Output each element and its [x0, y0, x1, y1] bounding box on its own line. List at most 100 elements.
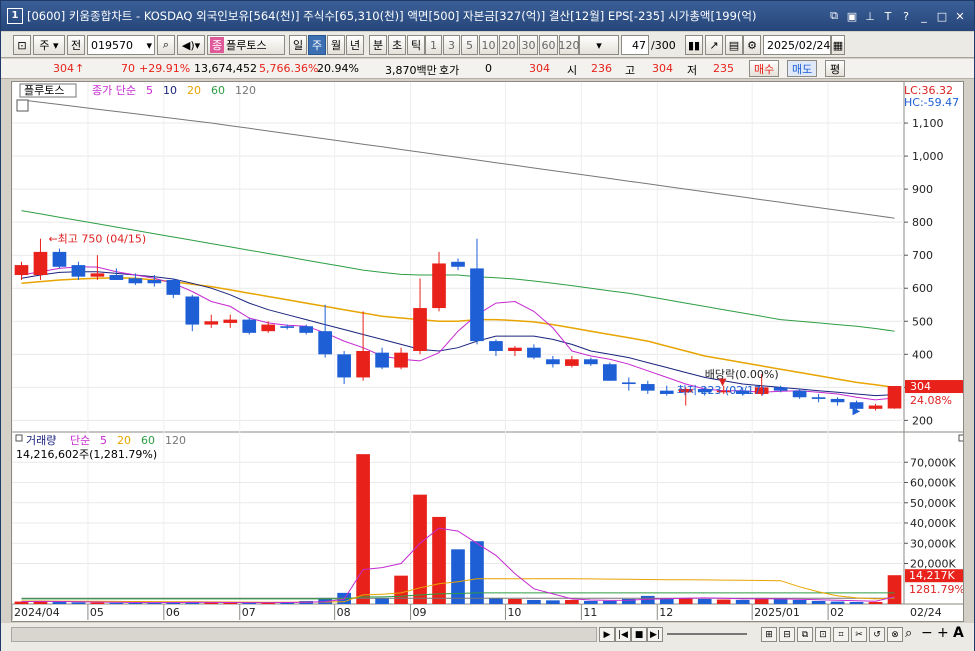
interval-30[interactable]: 30 [519, 35, 538, 55]
volume-bar [432, 516, 446, 604]
quote-change: 70 [121, 62, 135, 75]
chevron-down-icon[interactable]: ▾ [146, 39, 152, 52]
pin-icon[interactable]: ⊥ [862, 8, 878, 24]
interval-5[interactable]: 5 [461, 35, 478, 55]
prev-button[interactable]: 전 [67, 35, 85, 55]
zoom-plus-button[interactable]: + [937, 625, 949, 641]
type-select-label: 주 [39, 39, 50, 52]
candle-body [602, 364, 617, 381]
period-1[interactable]: 주 [308, 35, 326, 55]
date-label: 12 [659, 606, 673, 619]
minimize-icon[interactable]: _ [916, 8, 932, 24]
stop-icon[interactable]: ■ [631, 627, 647, 642]
interval-1[interactable]: 1 [425, 35, 442, 55]
scroll-right-icon[interactable]: ▶ [599, 627, 615, 642]
layout-icon[interactable]: ⊡ [13, 35, 31, 55]
zoom-minus-button[interactable]: − [921, 625, 933, 641]
code-value: 019570 [91, 38, 133, 52]
interval-60[interactable]: 60 [539, 35, 558, 55]
title-bar[interactable]: 1 [0600] 키움종합차트 - KOSDAQ 외국인보유[564(천)] 주… [1, 1, 974, 31]
scroll-first-icon[interactable]: |◀ [615, 627, 631, 642]
date-label: 2024/04 [14, 606, 60, 619]
volume-toggle-icon [15, 434, 23, 442]
close-icon[interactable]: ✕ [952, 8, 968, 24]
count-input[interactable]: 47 [621, 35, 649, 55]
tool-icon-4[interactable]: ⊡ [815, 627, 831, 642]
stock-name-field[interactable]: 종 플루토스 [207, 35, 285, 55]
period-4[interactable]: 분 [369, 35, 387, 55]
interval-select[interactable]: ▾ [579, 35, 619, 55]
period-6[interactable]: 틱 [407, 35, 425, 55]
gear-icon[interactable]: ⚙ [743, 35, 761, 55]
tool-icon-1[interactable]: ⊞ [761, 627, 777, 642]
volume-ma-period: 20 [117, 434, 131, 447]
price-tick-label: 800 [912, 216, 933, 229]
volume-bar [451, 549, 465, 604]
chart-window: 1 [0600] 키움종합차트 - KOSDAQ 외국인보유[564(천)] 주… [0, 0, 975, 651]
candle-body [356, 351, 370, 378]
interval-3[interactable]: 3 [443, 35, 460, 55]
avg-button[interactable]: 평 [825, 60, 846, 77]
period-2[interactable]: 월 [327, 35, 345, 55]
tool-icon-5[interactable]: ⌗ [833, 627, 849, 642]
buy-button[interactable]: 매수 [749, 60, 780, 77]
price-tick-label: 900 [912, 183, 933, 196]
ma120-line [21, 99, 895, 219]
code-input[interactable]: 019570 ▾ [87, 35, 155, 55]
candle-body [280, 326, 295, 328]
candle-body [546, 359, 560, 365]
chart-svg[interactable]: 2003004005006007008009001,0001,10020,000… [11, 82, 966, 621]
window-copy-icon[interactable]: ▣ [844, 8, 860, 24]
interval-120[interactable]: 120 [559, 35, 580, 55]
zoom-slider[interactable] [667, 633, 747, 635]
count-max: /300 [651, 39, 676, 52]
search-icon[interactable]: ⌕ [157, 35, 175, 55]
period-0[interactable]: 일 [289, 35, 307, 55]
volume-bar [792, 599, 807, 604]
tool-icon-2[interactable]: ⊟ [779, 627, 795, 642]
date-end-label: 02/24 [910, 606, 942, 619]
candle-body [432, 263, 446, 309]
period-3[interactable]: 년 [346, 35, 364, 55]
low-arrow-icon: ▶ [853, 406, 861, 417]
volume-bar [811, 600, 826, 604]
calendar-icon[interactable]: ▦ [831, 35, 845, 55]
candle-body [185, 296, 200, 325]
horizontal-scrollbar[interactable] [11, 627, 597, 642]
scroll-last-icon[interactable]: ▶| [647, 627, 663, 642]
trend-icon[interactable]: ↗ [705, 35, 723, 55]
text-icon[interactable]: T [880, 8, 896, 24]
ma-period: 5 [146, 84, 153, 97]
type-select[interactable]: 주 ▾ [33, 35, 65, 55]
hoga-price: 304 [529, 62, 550, 75]
candle-body [14, 265, 29, 276]
tool-icon-7[interactable]: ↺ [869, 627, 885, 642]
help-icon[interactable]: ? [898, 8, 914, 24]
tool-icon-8[interactable]: ⊗ [887, 627, 903, 642]
save-icon[interactable]: ▤ [725, 35, 743, 55]
window-link-icon[interactable]: ⧉ [826, 8, 842, 24]
candle-body [337, 354, 351, 378]
font-size-button[interactable]: A [953, 625, 964, 641]
volume-ma-label: 단순 [70, 434, 90, 447]
volume-bar [716, 599, 731, 604]
candle-type-icon[interactable]: ▮▮ [685, 35, 703, 55]
date-input[interactable]: 2025/02/24 [763, 35, 831, 55]
tool-icon-3[interactable]: ⧉ [797, 627, 813, 642]
interval-20[interactable]: 20 [499, 35, 518, 55]
sell-button[interactable]: 매도 [787, 60, 818, 77]
candle-body [470, 268, 484, 342]
interval-10[interactable]: 10 [479, 35, 498, 55]
candle-body [147, 279, 162, 284]
chart-area[interactable]: 2003004005006007008009001,0001,10020,000… [11, 81, 966, 622]
candle-body [109, 275, 124, 280]
candle-body [621, 382, 636, 385]
maximize-icon[interactable]: □ [934, 8, 950, 24]
window-title: [0600] 키움종합차트 - KOSDAQ 외국인보유[564(천)] 주식수… [27, 9, 757, 23]
period-5[interactable]: 초 [388, 35, 406, 55]
toolbar: ⊡ 주 ▾ 전 019570 ▾ ⌕ ◀)▾ 종 플루토스 ▾ 47 /300 ▮… [1, 32, 974, 58]
tool-icon-6[interactable]: ✂ [851, 627, 867, 642]
speaker-icon[interactable]: ◀)▾ [177, 35, 205, 55]
candle-body [33, 251, 48, 276]
zoom-search-icon[interactable]: ⌕ [905, 626, 912, 641]
